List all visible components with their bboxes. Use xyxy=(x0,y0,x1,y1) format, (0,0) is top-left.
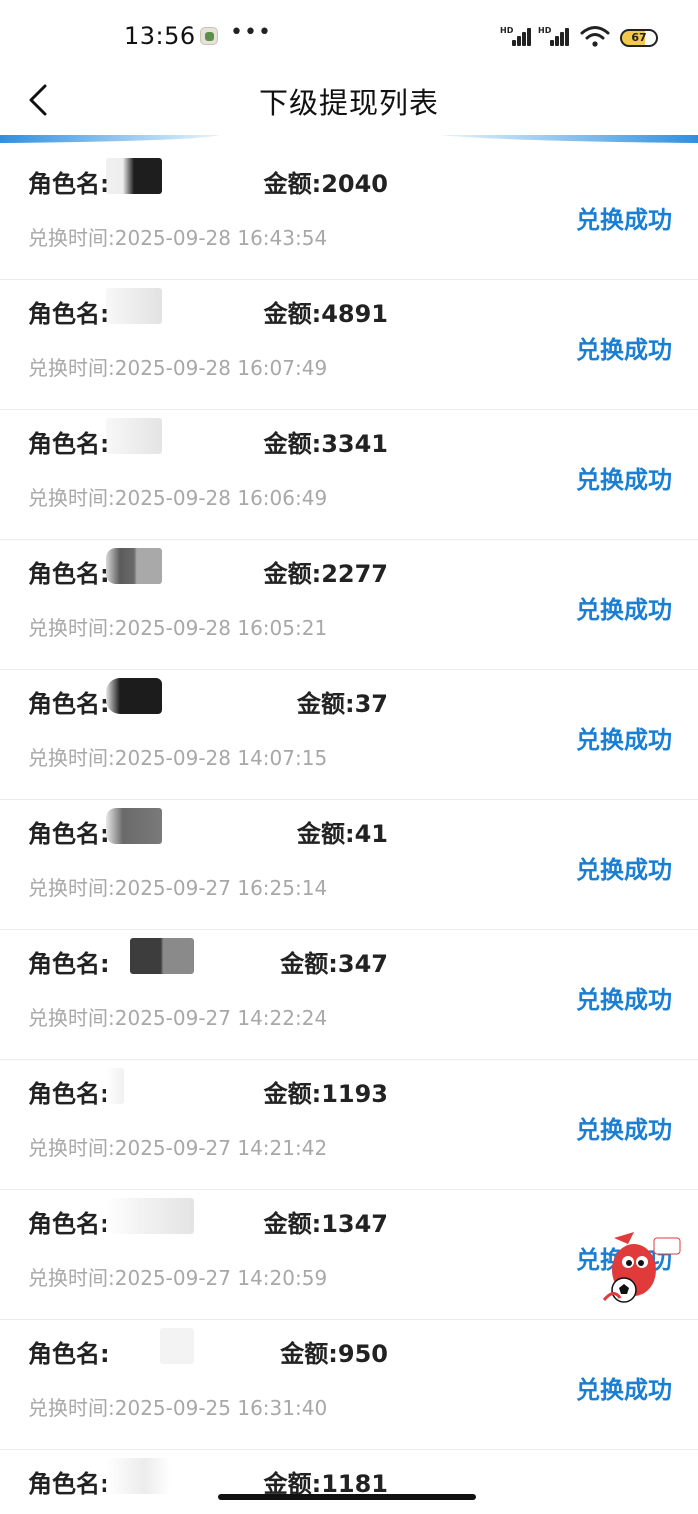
status-bar: 13:56 ••• HD HD 67 xyxy=(0,0,698,72)
amount-label: 金额:950 xyxy=(280,1340,388,1368)
home-indicator[interactable] xyxy=(218,1494,476,1500)
amount-label: 金额:4891 xyxy=(263,300,388,328)
role-name-label: 角色名: xyxy=(28,1470,110,1498)
role-name-redacted xyxy=(106,418,162,454)
exchange-time-value: 2025-09-25 16:31:40 xyxy=(114,1396,328,1420)
role-name-redacted xyxy=(106,1068,124,1104)
role-name-redacted xyxy=(106,808,162,844)
cellular-signal-icon: HD xyxy=(500,26,534,48)
exchange-time: 兑换时间:2025-09-28 16:43:54 xyxy=(28,226,328,250)
amount-value: 3341 xyxy=(321,430,388,458)
amount-label: 金额:3341 xyxy=(263,430,388,458)
list-item: 角色名: 金额:41 兑换时间:2025-09-27 16:25:14 兑换成功 xyxy=(0,800,698,930)
more-notifications-icon: ••• xyxy=(230,20,272,45)
list-item: 角色名: 金额:1181 xyxy=(0,1450,698,1514)
amount-value: 2040 xyxy=(321,170,388,198)
role-name-redacted xyxy=(106,678,162,714)
role-name-label: 角色名: xyxy=(28,170,110,198)
withdrawal-list: 角色名: 金额:2040 兑换时间:2025-09-28 16:43:54 兑换成功角… xyxy=(0,150,698,1514)
exchange-status[interactable]: 兑换成功 xyxy=(576,330,672,365)
amount-value: 2277 xyxy=(321,560,388,588)
amount-value: 41 xyxy=(354,820,388,848)
role-name-label: 角色名: xyxy=(28,1210,110,1238)
cellular-signal-2-icon: HD xyxy=(538,26,572,48)
amount-label: 金额:37 xyxy=(296,690,388,718)
exchange-time: 兑换时间:2025-09-27 14:21:42 xyxy=(28,1136,328,1160)
role-name-label: 角色名: xyxy=(28,300,110,328)
exchange-status[interactable]: 兑换成功 xyxy=(576,200,672,235)
exchange-status[interactable]: 兑换成功 xyxy=(576,590,672,625)
exchange-time: 兑换时间:2025-09-28 16:06:49 xyxy=(28,486,328,510)
exchange-time-value: 2025-09-27 14:21:42 xyxy=(114,1136,328,1160)
role-name-label: 角色名: xyxy=(28,1340,110,1368)
exchange-time-value: 2025-09-27 14:20:59 xyxy=(114,1266,328,1290)
exchange-time: 兑换时间:2025-09-27 14:20:59 xyxy=(28,1266,328,1290)
role-name-label: 角色名: xyxy=(28,950,110,978)
amount-value: 4891 xyxy=(321,300,388,328)
page-title: 下级提现列表 xyxy=(258,86,439,120)
exchange-time: 兑换时间:2025-09-27 16:25:14 xyxy=(28,876,328,900)
role-name-redacted xyxy=(106,158,162,194)
list-item: 角色名: 金额:37 兑换时间:2025-09-28 14:07:15 兑换成功 xyxy=(0,670,698,800)
amount-value: 37 xyxy=(354,690,388,718)
list-item: 角色名: 金额:347 兑换时间:2025-09-27 14:22:24 兑换成功 xyxy=(0,930,698,1060)
amount-value: 950 xyxy=(337,1340,388,1368)
exchange-time-value: 2025-09-27 16:25:14 xyxy=(114,876,328,900)
amount-label: 金额:2277 xyxy=(263,560,388,588)
amount-label: 金额:1193 xyxy=(263,1080,388,1108)
amount-label: 金额:2040 xyxy=(263,170,388,198)
exchange-time: 兑换时间:2025-09-27 14:22:24 xyxy=(28,1006,328,1030)
role-name-label: 角色名: xyxy=(28,560,110,588)
role-name-label: 角色名: xyxy=(28,690,110,718)
role-name-redacted xyxy=(106,1198,194,1234)
exchange-status[interactable]: 兑换成功 xyxy=(576,460,672,495)
exchange-time-value: 2025-09-27 14:22:24 xyxy=(114,1006,328,1030)
list-item: 角色名: 金额:950 兑换时间:2025-09-25 16:31:40 兑换成功 xyxy=(0,1320,698,1450)
list-item: 角色名: 金额:1193 兑换时间:2025-09-27 14:21:42 兑换成功 xyxy=(0,1060,698,1190)
exchange-status[interactable]: 兑换成功 xyxy=(576,720,672,755)
nav-bar: 下级提现列表 xyxy=(0,72,698,134)
role-name-redacted xyxy=(106,288,162,324)
amount-label: 金额:347 xyxy=(280,950,388,978)
exchange-status[interactable]: 兑换成功 xyxy=(576,1110,672,1145)
role-name-redacted xyxy=(130,938,194,974)
exchange-status[interactable]: 兑换成功 xyxy=(576,1370,672,1405)
notification-app-icon xyxy=(200,27,218,45)
exchange-time-value: 2025-09-28 16:43:54 xyxy=(114,226,328,250)
battery-icon: 67 xyxy=(620,29,658,47)
amount-value: 347 xyxy=(337,950,388,978)
exchange-time-value: 2025-09-28 16:07:49 xyxy=(114,356,328,380)
list-item: 角色名: 金额:2277 兑换时间:2025-09-28 16:05:21 兑换成功 xyxy=(0,540,698,670)
exchange-time: 兑换时间:2025-09-28 16:05:21 xyxy=(28,616,328,640)
list-item: 角色名: 金额:4891 兑换时间:2025-09-28 16:07:49 兑换成功 xyxy=(0,280,698,410)
exchange-time-value: 2025-09-28 16:06:49 xyxy=(114,486,328,510)
header-accent-line xyxy=(0,135,698,143)
list-item: 角色名: 金额:3341 兑换时间:2025-09-28 16:06:49 兑换成功 xyxy=(0,410,698,540)
amount-value: 1193 xyxy=(321,1080,388,1108)
exchange-status[interactable]: 兑换成功 xyxy=(576,850,672,885)
exchange-time: 兑换时间:2025-09-28 14:07:15 xyxy=(28,746,328,770)
amount-value: 1347 xyxy=(321,1210,388,1238)
role-name-redacted xyxy=(160,1328,194,1364)
role-name-redacted xyxy=(106,548,162,584)
exchange-time: 兑换时间:2025-09-25 16:31:40 xyxy=(28,1396,328,1420)
list-item: 角色名: 金额:2040 兑换时间:2025-09-28 16:43:54 兑换成功 xyxy=(0,150,698,280)
exchange-time: 兑换时间:2025-09-28 16:07:49 xyxy=(28,356,328,380)
status-time: 13:56 xyxy=(124,22,196,50)
role-name-label: 角色名: xyxy=(28,430,110,458)
exchange-status[interactable]: 兑换成功 xyxy=(576,980,672,1015)
amount-label: 金额:41 xyxy=(296,820,388,848)
wifi-icon xyxy=(580,26,610,47)
role-name-redacted xyxy=(106,1458,170,1494)
amount-label: 金额:1347 xyxy=(263,1210,388,1238)
exchange-time-value: 2025-09-28 16:05:21 xyxy=(114,616,328,640)
role-name-label: 角色名: xyxy=(28,820,110,848)
exchange-time-value: 2025-09-28 14:07:15 xyxy=(114,746,328,770)
mascot-sticker-icon[interactable] xyxy=(594,1218,684,1308)
role-name-label: 角色名: xyxy=(28,1080,110,1108)
